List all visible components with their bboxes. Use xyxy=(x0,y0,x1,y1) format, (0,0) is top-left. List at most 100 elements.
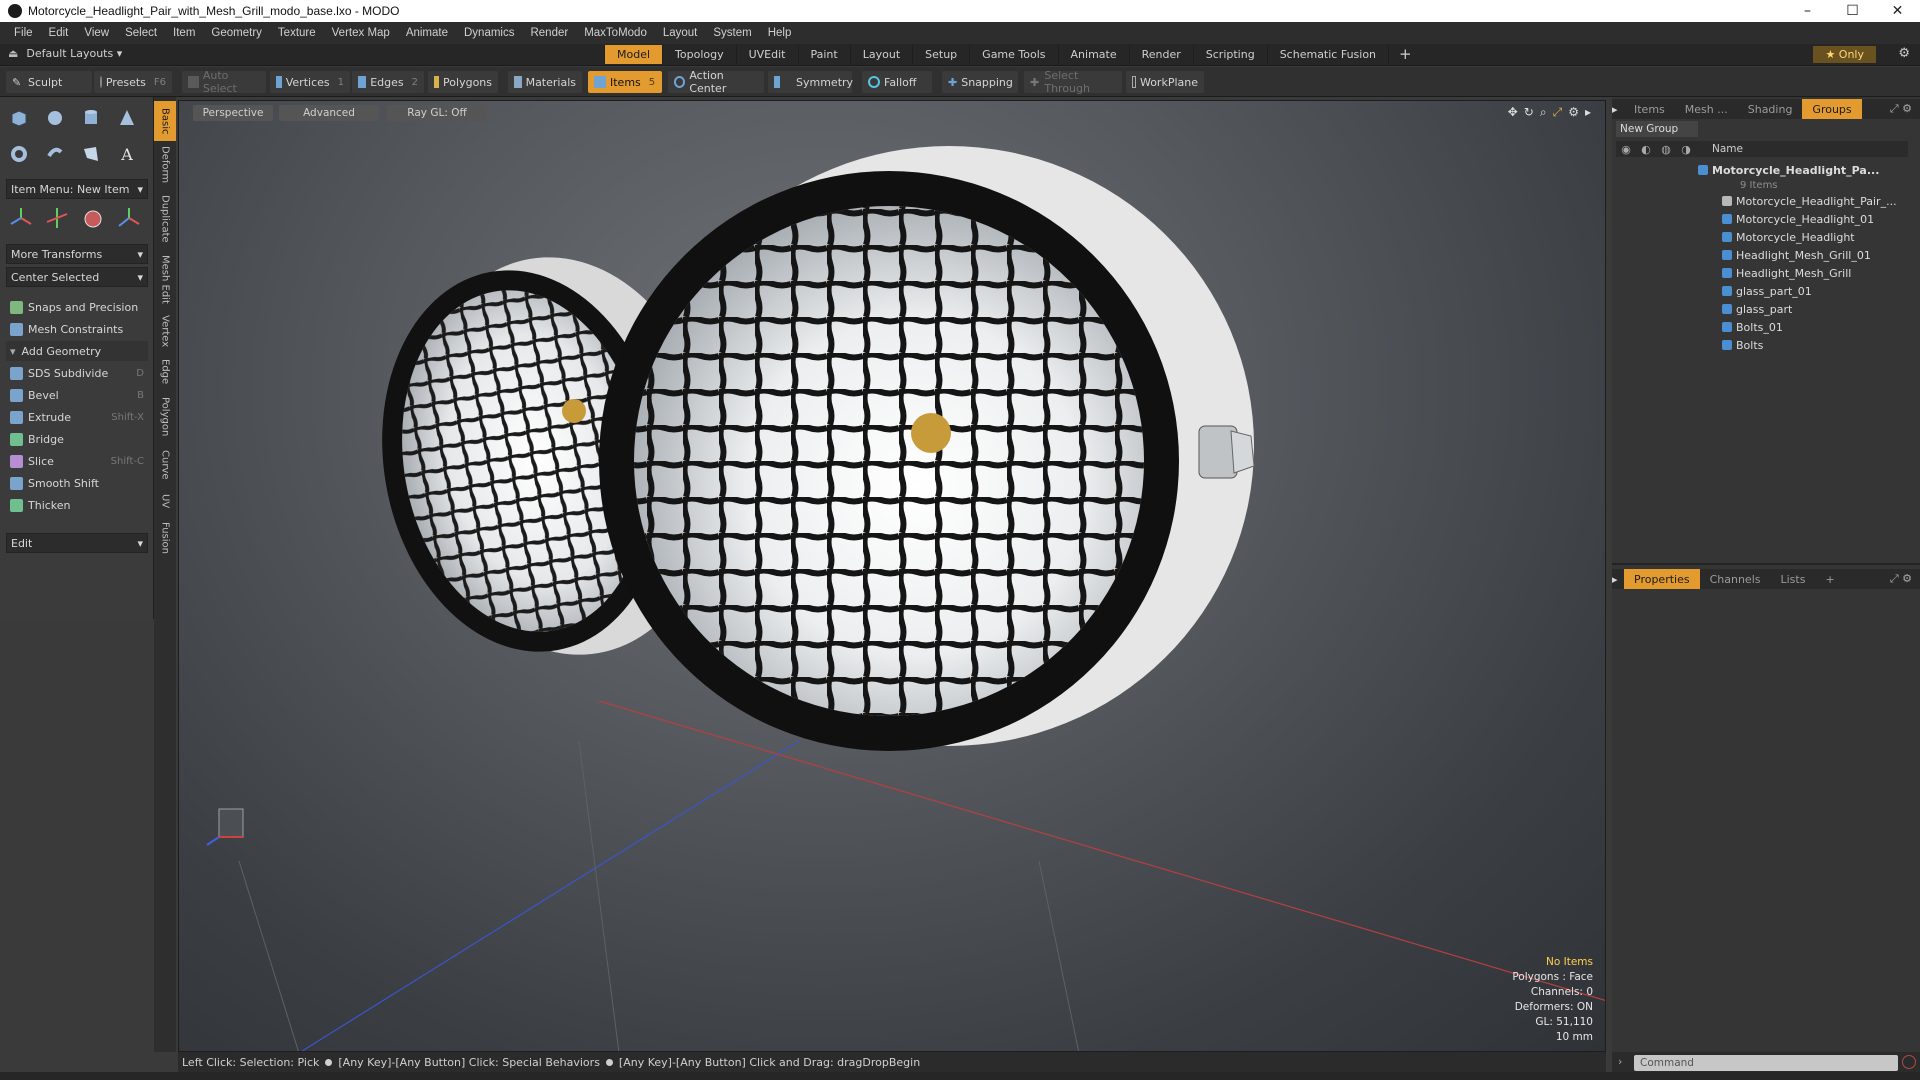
edit-dropdown[interactable]: Edit ▾ xyxy=(6,533,148,553)
center-selected-dropdown[interactable]: Center Selected ▾ xyxy=(6,267,148,287)
tab-animate[interactable]: Animate xyxy=(1057,45,1129,64)
move-gizmo-icon[interactable] xyxy=(6,203,36,233)
tree-item[interactable]: Motorcycle_Headlight xyxy=(1722,228,1920,246)
gear-icon[interactable]: ⚙ xyxy=(1898,46,1910,61)
menu-render[interactable]: Render xyxy=(522,27,576,39)
snapping-button[interactable]: ✚ Snapping xyxy=(942,71,1018,93)
panel-divider[interactable] xyxy=(1612,563,1920,565)
vtab-polygon[interactable]: Polygon xyxy=(154,393,176,441)
snaps-precision-button[interactable]: Snaps and Precision xyxy=(6,297,148,317)
polygons-button[interactable]: Polygons xyxy=(428,71,498,93)
panel-menu-icon[interactable]: ▸ xyxy=(1612,573,1624,586)
3d-viewport[interactable]: Perspective Advanced Ray GL: Off ✥ ↻ ⌕ ⤢… xyxy=(178,100,1606,1052)
tab-mesh[interactable]: Mesh ... xyxy=(1675,99,1738,119)
add-geometry-header[interactable]: ▾ Add Geometry xyxy=(6,341,148,361)
tab-uvedit[interactable]: UVEdit xyxy=(735,45,798,64)
action-center-button[interactable]: Action Center xyxy=(668,69,764,95)
expand-icon[interactable]: ⤢ ⚙ xyxy=(1890,102,1920,116)
vtab-mesh-edit[interactable]: Mesh Edit xyxy=(154,251,176,307)
tab-items[interactable]: Items xyxy=(1624,99,1675,119)
tab-model[interactable]: Model xyxy=(604,45,663,64)
vtab-vertex[interactable]: Vertex xyxy=(154,311,176,351)
mesh-constraints-button[interactable]: Mesh Constraints xyxy=(6,319,148,339)
edges-button[interactable]: Edges 2 xyxy=(352,71,424,93)
expand-icon[interactable]: ⤢ ⚙ xyxy=(1890,572,1920,586)
bevel-button[interactable]: Bevel B xyxy=(6,385,148,405)
menu-geometry[interactable]: Geometry xyxy=(203,27,270,39)
menu-layout[interactable]: Layout xyxy=(655,27,706,39)
tab-setup[interactable]: Setup xyxy=(912,45,969,64)
pen-icon[interactable] xyxy=(76,139,106,169)
menu-select[interactable]: Select xyxy=(117,27,165,39)
symmetry-button[interactable]: Symmetry xyxy=(768,71,853,93)
cube-icon[interactable] xyxy=(4,103,34,133)
tree-item[interactable]: Motorcycle_Headlight_Pair_... xyxy=(1722,192,1920,210)
more-transforms-dropdown[interactable]: More Transforms ▾ xyxy=(6,244,148,264)
sds-subdivide-button[interactable]: SDS Subdivide D xyxy=(6,363,148,383)
rotate-gizmo-icon[interactable] xyxy=(42,203,72,233)
extrude-button[interactable]: Extrude Shift-X xyxy=(6,407,148,427)
thicken-button[interactable]: Thicken xyxy=(6,495,148,515)
item-menu-dropdown[interactable]: Item Menu: New Item ▾ xyxy=(6,179,148,199)
items-button[interactable]: Items 5 xyxy=(588,71,662,93)
presets-button[interactable]: Presets F6 xyxy=(94,71,172,93)
add-tab-button[interactable]: + xyxy=(1388,45,1422,64)
close-button[interactable]: ✕ xyxy=(1875,0,1920,22)
tree-item[interactable]: glass_part_01 xyxy=(1722,282,1920,300)
maximize-button[interactable]: ☐ xyxy=(1830,0,1875,22)
transform-gizmo-icon[interactable] xyxy=(114,203,144,233)
new-group-button[interactable]: New Group xyxy=(1616,121,1698,137)
auto-select-button[interactable]: Auto Select xyxy=(182,69,266,95)
scale-gizmo-icon[interactable] xyxy=(78,203,108,233)
record-icon[interactable] xyxy=(1902,1055,1916,1069)
name-column-header[interactable]: Name xyxy=(1712,143,1743,155)
menu-edit[interactable]: Edit xyxy=(41,27,77,39)
tree-item[interactable]: Bolts xyxy=(1722,336,1920,354)
falloff-button[interactable]: Falloff xyxy=(862,71,932,93)
menu-dynamics[interactable]: Dynamics xyxy=(456,27,522,39)
select-through-button[interactable]: ✚ Select Through xyxy=(1024,69,1122,95)
panel-menu-icon[interactable]: ▸ xyxy=(1612,103,1624,116)
tree-item[interactable]: Motorcycle_Headlight_01 xyxy=(1722,210,1920,228)
capsule-icon[interactable] xyxy=(40,139,70,169)
menu-maxtomodo[interactable]: MaxToModo xyxy=(576,27,655,39)
menu-item[interactable]: Item xyxy=(165,27,203,39)
workplane-button[interactable]: WorkPlane xyxy=(1126,71,1204,93)
tab-lists[interactable]: Lists xyxy=(1771,569,1816,589)
cylinder-icon[interactable] xyxy=(76,103,106,133)
tab-topology[interactable]: Topology xyxy=(662,45,736,64)
vtab-deform[interactable]: Deform xyxy=(154,143,176,187)
tab-scripting[interactable]: Scripting xyxy=(1192,45,1267,64)
tab-schematic-fusion[interactable]: Schematic Fusion xyxy=(1266,45,1388,64)
text-tool-icon[interactable]: A xyxy=(112,139,142,169)
tree-item[interactable]: Headlight_Mesh_Grill xyxy=(1722,264,1920,282)
tab-properties[interactable]: Properties xyxy=(1624,569,1700,589)
menu-system[interactable]: System xyxy=(705,27,759,39)
vtab-duplicate[interactable]: Duplicate xyxy=(154,191,176,247)
materials-button[interactable]: Materials xyxy=(508,71,582,93)
tab-channels[interactable]: Channels xyxy=(1700,569,1771,589)
tab-groups[interactable]: Groups xyxy=(1802,99,1862,119)
vertices-button[interactable]: Vertices 1 xyxy=(270,71,350,93)
vtab-edge[interactable]: Edge xyxy=(154,355,176,389)
minimize-button[interactable]: – xyxy=(1785,0,1830,22)
tree-item[interactable]: Bolts_01 xyxy=(1722,318,1920,336)
tree-item[interactable]: Headlight_Mesh_Grill_01 xyxy=(1722,246,1920,264)
menu-help[interactable]: Help xyxy=(760,27,800,39)
tab-layout[interactable]: Layout xyxy=(849,45,912,64)
tab-render[interactable]: Render xyxy=(1128,45,1193,64)
add-tab-icon[interactable]: + xyxy=(1815,569,1844,589)
torus-icon[interactable] xyxy=(4,139,34,169)
only-button[interactable]: ★ Only xyxy=(1813,46,1876,63)
tab-paint[interactable]: Paint xyxy=(797,45,850,64)
menu-view[interactable]: View xyxy=(76,27,117,39)
menu-vertex-map[interactable]: Vertex Map xyxy=(324,27,398,39)
menu-texture[interactable]: Texture xyxy=(270,27,324,39)
tab-shading[interactable]: Shading xyxy=(1738,99,1803,119)
vtab-basic[interactable]: Basic xyxy=(154,101,176,141)
sculpt-button[interactable]: ✎ Sculpt xyxy=(6,71,92,93)
bridge-button[interactable]: Bridge xyxy=(6,429,148,449)
tree-item[interactable]: glass_part xyxy=(1722,300,1920,318)
smooth-shift-button[interactable]: Smooth Shift xyxy=(6,473,148,493)
slice-button[interactable]: Slice Shift-C xyxy=(6,451,148,471)
